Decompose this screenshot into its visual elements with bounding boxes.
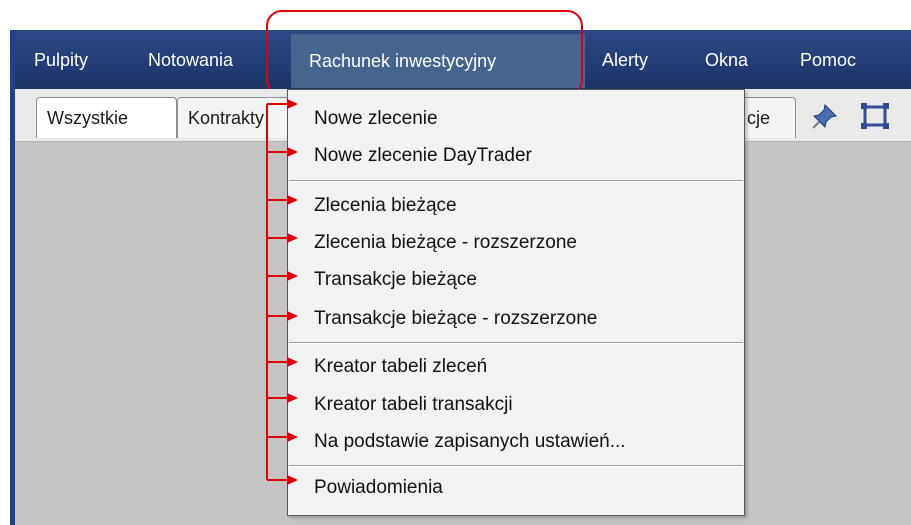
menu-item-nowe-zlecenie[interactable]: Nowe zlecenie xyxy=(314,107,438,131)
menu-item-kreator-tabeli-transakcji[interactable]: Kreator tabeli transakcji xyxy=(314,393,513,417)
menu-item-nowe-zlecenie-daytrader[interactable]: Nowe zlecenie DayTrader xyxy=(314,144,532,168)
menu-alerty[interactable]: Alerty xyxy=(602,48,648,72)
menu-item-transakcje-biezace[interactable]: Transakcje bieżące xyxy=(314,268,477,292)
tab-wszystkie[interactable]: Wszystkie xyxy=(36,97,177,138)
maximize-icon[interactable] xyxy=(858,99,892,133)
menu-item-powiadomienia[interactable]: Powiadomienia xyxy=(314,476,443,500)
menu-pulpity[interactable]: Pulpity xyxy=(34,48,88,72)
menu-item-kreator-tabeli-zlecen[interactable]: Kreator tabeli zleceń xyxy=(314,355,487,379)
menu-pomoc[interactable]: Pomoc xyxy=(800,48,856,72)
pin-icon[interactable] xyxy=(808,99,842,133)
menu-item-transakcje-biezace-rozszerzone[interactable]: Transakcje bieżące - rozszerzone xyxy=(314,307,597,331)
menu-okna[interactable]: Okna xyxy=(705,48,748,72)
menu-item-zlecenia-biezace-rozszerzone[interactable]: Zlecenia bieżące - rozszerzone xyxy=(314,231,577,255)
tab-kontrakty[interactable]: Kontrakty xyxy=(177,97,289,138)
menu-item-zlecenia-biezace[interactable]: Zlecenia bieżące xyxy=(314,194,457,218)
menu-item-na-podstawie-zapisanych-ustawien[interactable]: Na podstawie zapisanych ustawień... xyxy=(314,430,626,454)
menu-notowania[interactable]: Notowania xyxy=(148,48,233,72)
menu-separator xyxy=(289,465,743,467)
menu-separator xyxy=(289,180,743,182)
menu-separator xyxy=(289,342,743,344)
menu-rachunek-inwestycyjny[interactable]: Rachunek inwestycyjny xyxy=(291,34,585,88)
